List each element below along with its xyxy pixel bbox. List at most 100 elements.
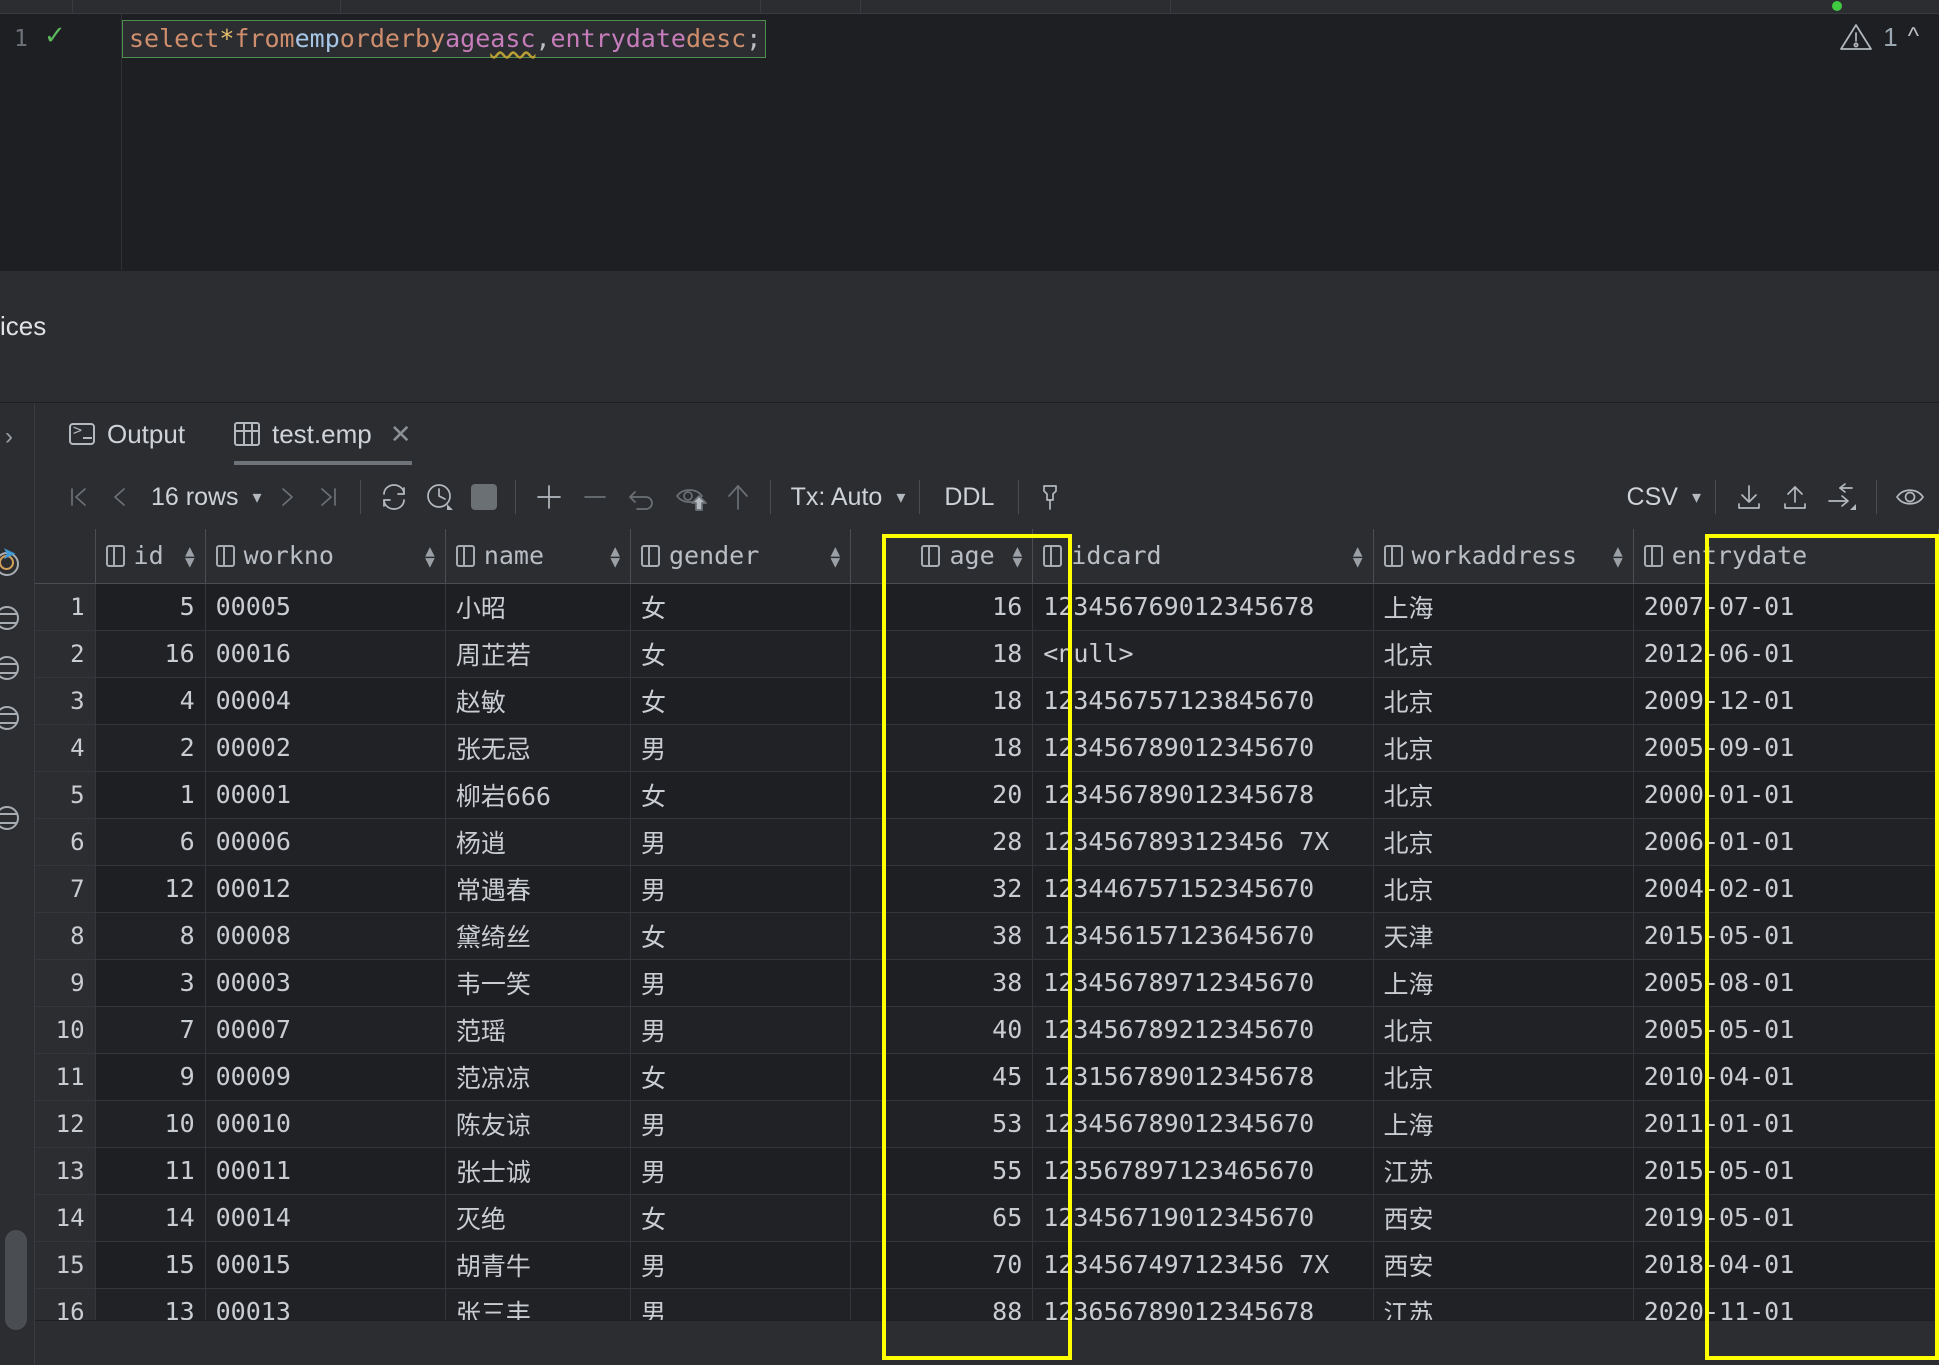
tree-node-item[interactable] [0,702,19,734]
cell-age[interactable]: 38 [850,912,1034,960]
cell-id[interactable]: 7 [95,1006,206,1054]
cell-entrydate[interactable]: 2015-05-01 [1633,912,1939,960]
cell-workaddress[interactable]: 北京 [1373,771,1634,819]
cell-workno[interactable]: 00011 [205,1147,446,1195]
cell-entrydate[interactable]: 2011-01-01 [1633,1100,1939,1148]
cell-entrydate[interactable]: 2010-04-01 [1633,1053,1939,1101]
cell-workaddress[interactable]: 北京 [1373,724,1634,772]
refresh-button[interactable] [371,475,417,519]
tab-output[interactable]: Output [55,403,199,465]
cell-workaddress[interactable]: 北京 [1373,677,1634,725]
cell-idcard[interactable]: 1234567893123456 7X [1032,818,1374,866]
tree-node-item[interactable] [0,652,19,684]
cell-age[interactable]: 38 [850,959,1034,1007]
cell-workaddress[interactable]: 上海 [1373,1100,1634,1148]
check-icon[interactable]: ✓ [44,22,66,48]
column-header-age[interactable]: age ▲ ▼ [850,529,1034,584]
delete-row-button[interactable] [572,475,618,519]
cell-workaddress[interactable]: 北京 [1373,865,1634,913]
cell-name[interactable]: 张无忌 [445,724,631,772]
data-transfer-button[interactable] [1818,475,1866,519]
cell-name[interactable]: 赵敏 [445,677,631,725]
cell-workaddress[interactable]: 上海 [1373,959,1634,1007]
cell-gender[interactable]: 男 [630,1006,852,1054]
upload-button[interactable] [1772,475,1818,519]
table-row[interactable]: 15 15 00015 胡青牛男 70 1234567497123456 7X 西安 2018… [35,1241,1939,1289]
cell-idcard[interactable]: 123456789012345670 [1032,724,1374,772]
cell-id[interactable]: 1 [95,771,206,819]
cell-age[interactable]: 40 [850,1006,1034,1054]
expand-chevron-icon[interactable]: › [5,423,13,451]
cell-workaddress[interactable]: 西安 [1373,1241,1634,1289]
cell-workno[interactable]: 00005 [205,583,446,631]
tree-node-item[interactable] [0,802,19,834]
cell-gender[interactable]: 男 [630,818,852,866]
cell-idcard[interactable]: 123456719012345670 [1032,1194,1374,1242]
cell-name[interactable]: 周芷若 [445,630,631,678]
cell-workaddress[interactable]: 江苏 [1373,1147,1634,1195]
cell-idcard[interactable]: 123456789012345678 [1032,771,1374,819]
cell-gender[interactable]: 女 [630,677,852,725]
cell-workaddress[interactable]: 天津 [1373,912,1634,960]
cell-gender[interactable]: 女 [630,583,852,631]
cell-name[interactable]: 常遇春 [445,865,631,913]
cell-id[interactable]: 5 [95,583,206,631]
warning-badge[interactable]: 1 ^ [1827,16,1935,58]
cell-entrydate[interactable]: 2007-07-01 [1633,583,1939,631]
cell-gender[interactable]: 女 [630,630,852,678]
cell-name[interactable]: 灭绝 [445,1194,631,1242]
sort-indicator-icon[interactable]: ▲ ▼ [185,542,195,569]
cell-age[interactable]: 28 [850,818,1034,866]
cell-name[interactable]: 韦一笑 [445,959,631,1007]
cell-name[interactable]: 胡青牛 [445,1241,631,1289]
cell-workno[interactable]: 00008 [205,912,446,960]
cell-id[interactable]: 15 [95,1241,206,1289]
sort-indicator-icon[interactable]: ▲ ▼ [830,542,840,569]
column-header-idcard[interactable]: idcard ▲ ▼ [1032,529,1374,584]
cell-workno[interactable]: 00004 [205,677,446,725]
cell-entrydate[interactable]: 2005-05-01 [1633,1006,1939,1054]
table-row[interactable]: 11 9 00009 范凉凉女 45 123156789012345678 北京 2010-0… [35,1053,1939,1101]
cell-workno[interactable]: 00003 [205,959,446,1007]
download-button[interactable] [1726,475,1772,519]
table-row[interactable]: 6 6 00006 杨逍男 28 1234567893123456 7X 北京 2006-01… [35,818,1939,866]
cell-workno[interactable]: 00002 [205,724,446,772]
cell-id[interactable]: 14 [95,1194,206,1242]
cell-entrydate[interactable]: 2004-02-01 [1633,865,1939,913]
cell-name[interactable]: 小昭 [445,583,631,631]
sort-indicator-icon[interactable]: ▲ ▼ [610,542,620,569]
close-x-icon[interactable]: ✕ [390,419,412,450]
cell-age[interactable]: 20 [850,771,1034,819]
cell-gender[interactable]: 女 [630,1053,852,1101]
cell-gender[interactable]: 男 [630,1100,852,1148]
cell-idcard[interactable]: 123456789212345670 [1032,1006,1374,1054]
history-button[interactable] [417,475,463,519]
cell-idcard[interactable]: 123456757123845670 [1032,677,1374,725]
cell-idcard[interactable]: 123567897123465670 [1032,1147,1374,1195]
cell-workaddress[interactable]: 北京 [1373,1053,1634,1101]
cell-id[interactable]: 4 [95,677,206,725]
transaction-mode-dropdown[interactable]: Tx: Auto ▾ [781,475,910,519]
cell-name[interactable]: 黛绮丝 [445,912,631,960]
chevron-up-icon[interactable]: ^ [1908,23,1919,51]
cell-gender[interactable]: 女 [630,912,852,960]
cell-workaddress[interactable]: 西安 [1373,1194,1634,1242]
cell-entrydate[interactable]: 2019-05-01 [1633,1194,1939,1242]
cell-age[interactable]: 18 [850,677,1034,725]
cell-age[interactable]: 18 [850,724,1034,772]
last-page-button[interactable] [308,475,350,519]
cell-entrydate[interactable]: 2012-06-01 [1633,630,1939,678]
cell-name[interactable]: 范瑶 [445,1006,631,1054]
export-format-dropdown[interactable]: CSV ▾ [1617,475,1705,519]
cell-workaddress[interactable]: 北京 [1373,818,1634,866]
submit-button[interactable] [716,475,760,519]
table-row[interactable]: 5 1 00001 柳岩666 女 20 123456789012345678 北京 2000-… [35,771,1939,819]
cell-workno[interactable]: 00012 [205,865,446,913]
cell-name[interactable]: 陈友谅 [445,1100,631,1148]
cell-age[interactable]: 16 [850,583,1034,631]
sort-indicator-icon[interactable]: ▲ ▼ [425,542,435,569]
cell-entrydate[interactable]: 2015-05-01 [1633,1147,1939,1195]
table-row[interactable]: 7 12 00012 常遇春男 32 123446757152345670 北京 2004-0… [35,865,1939,913]
cell-gender[interactable]: 男 [630,724,852,772]
cell-entrydate[interactable]: 2005-08-01 [1633,959,1939,1007]
